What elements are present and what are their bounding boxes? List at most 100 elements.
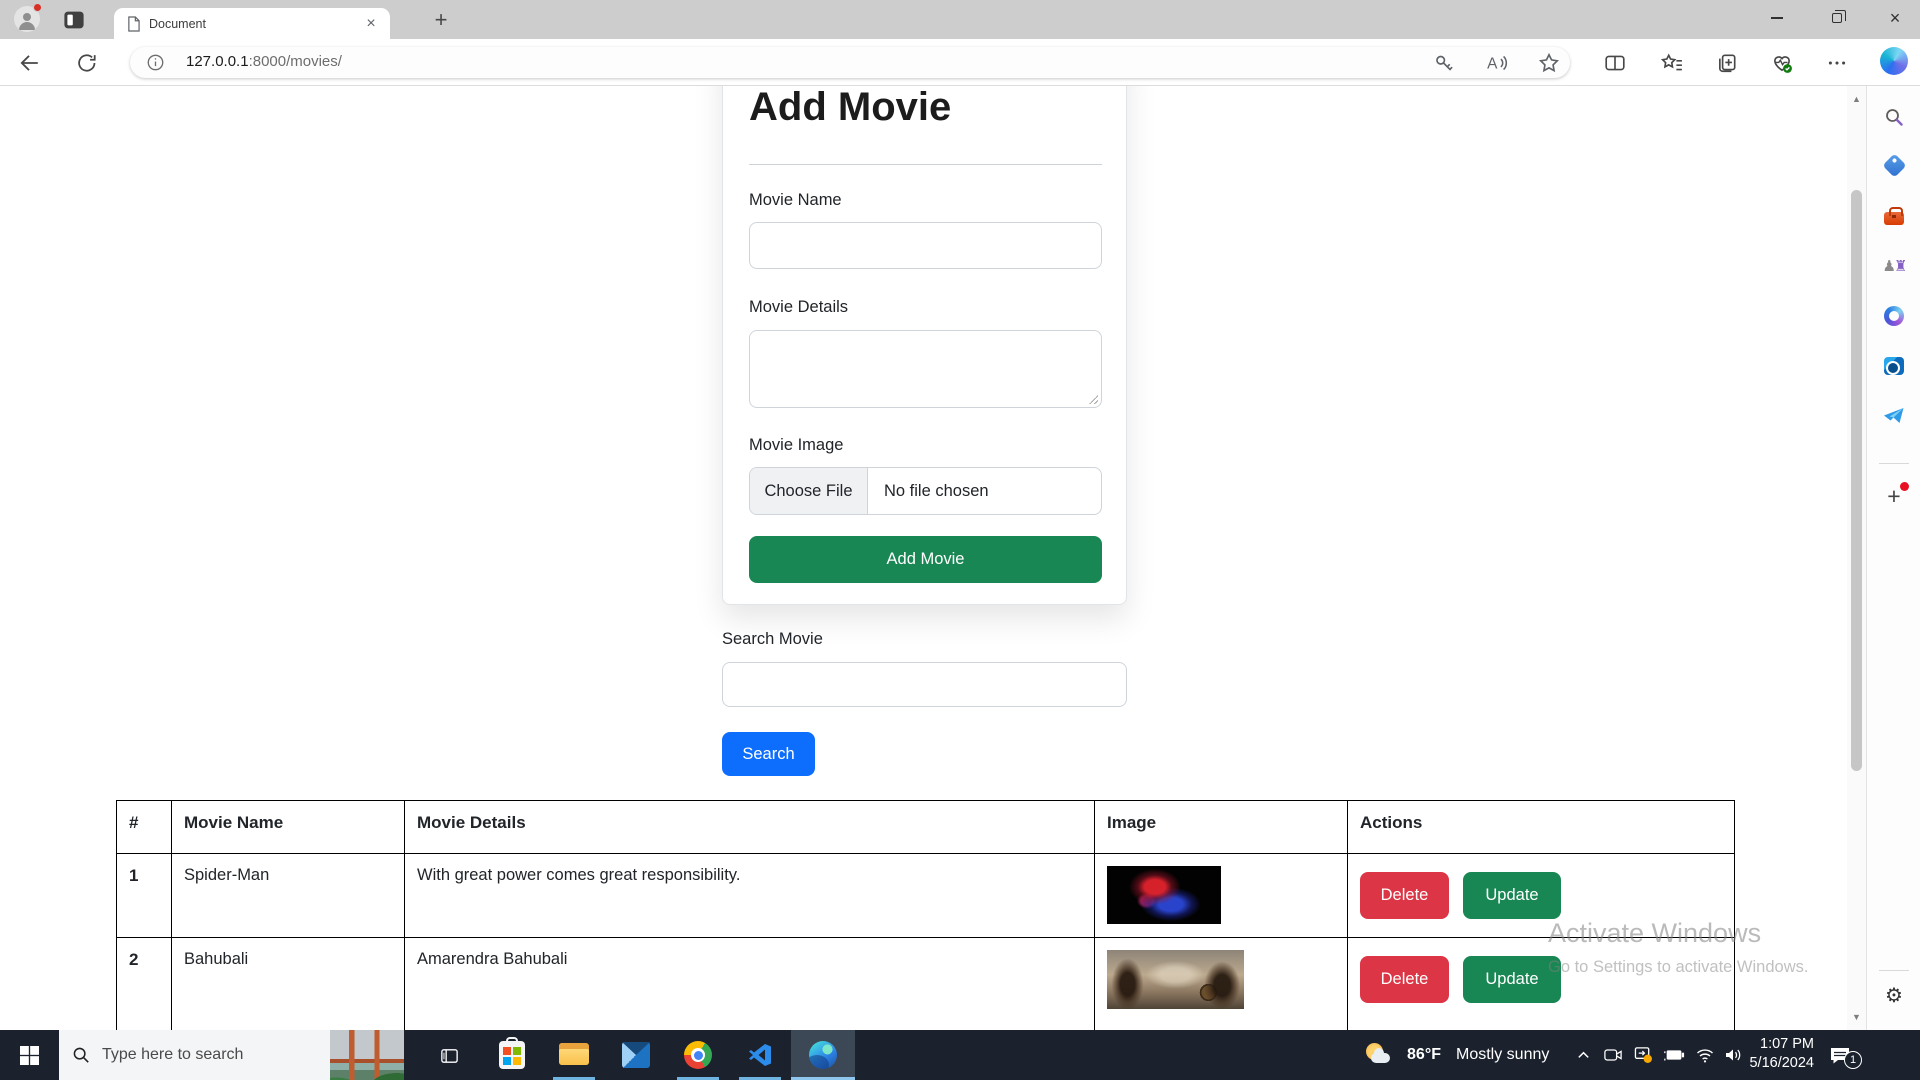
col-header-actions: Actions (1348, 801, 1735, 854)
browser-essentials-icon[interactable] (1771, 52, 1793, 74)
row-number: 1 (117, 854, 172, 938)
address-bar[interactable]: 127.0.0.1:8000/movies/ A (130, 47, 1570, 78)
file-explorer-icon (559, 1043, 589, 1067)
favorites-icon[interactable] (1661, 52, 1683, 74)
vertical-scrollbar[interactable]: ▲ ▼ (1847, 86, 1866, 1030)
split-screen-icon[interactable] (1604, 52, 1626, 74)
close-icon: × (1890, 9, 1901, 27)
copilot-icon[interactable] (1880, 47, 1908, 75)
settings-and-more-icon[interactable] (1826, 52, 1848, 74)
activate-windows-watermark: Activate Windows (1548, 918, 1761, 949)
window-close-button[interactable]: × (1872, 0, 1918, 36)
new-tab-button[interactable]: + (428, 7, 454, 33)
vscode-icon (747, 1042, 773, 1068)
tray-show-hidden-icons-button[interactable] (1568, 1030, 1598, 1080)
tray-wifi-icon[interactable] (1690, 1030, 1720, 1080)
collections-icon[interactable] (1716, 52, 1738, 74)
choose-file-button[interactable]: Choose File (750, 468, 868, 514)
chrome-icon (684, 1041, 712, 1069)
resize-grip-icon[interactable] (1088, 394, 1098, 404)
movie-name-input[interactable] (749, 222, 1102, 269)
clock-date: 5/16/2024 (1738, 1054, 1814, 1073)
add-movie-submit-button[interactable]: Add Movie (749, 536, 1102, 583)
start-button[interactable] (0, 1030, 59, 1080)
search-button[interactable]: Search (722, 732, 815, 776)
col-header-name: Movie Name (172, 801, 405, 854)
search-movie-label: Search Movie (722, 630, 823, 649)
screen: Document × + × 127.0.0.1:8000/movies/ A (0, 0, 1920, 1080)
tray-sync-status-button[interactable] (1628, 1030, 1658, 1080)
browser-tab[interactable]: Document × (114, 8, 390, 39)
taskbar-clock[interactable]: 1:07 PM 5/16/2024 (1738, 1035, 1814, 1073)
task-view-button[interactable] (419, 1030, 479, 1080)
window-minimize-button[interactable] (1754, 0, 1800, 36)
weather-icon[interactable] (1358, 1030, 1398, 1080)
delete-button[interactable]: Delete (1360, 872, 1449, 919)
activate-windows-hint: Go to Settings to activate Windows. (1548, 958, 1808, 977)
sidebar-shopping-icon[interactable] (1882, 153, 1906, 177)
window-restore-button[interactable] (1814, 0, 1860, 36)
movies-table: # Movie Name Movie Details Image Actions… (116, 800, 1735, 1030)
windows-taskbar: Type here to search (0, 1030, 1920, 1080)
scrollbar-thumb[interactable] (1851, 190, 1862, 771)
movie-name-cell: Spider-Man (172, 854, 405, 938)
taskbar-store-button[interactable] (481, 1030, 543, 1080)
tab-actions-menu-button[interactable] (62, 8, 86, 32)
sidebar-search-icon[interactable] (1882, 105, 1906, 129)
taskbar-mail-button[interactable] (605, 1030, 667, 1080)
edge-icon (809, 1041, 837, 1069)
add-movie-card: Add Movie Movie Name Movie Details Movie… (722, 86, 1127, 605)
sidebar-divider (1879, 970, 1909, 971)
sidebar-settings-icon[interactable]: ⚙ (1882, 983, 1906, 1007)
movie-details-label: Movie Details (749, 298, 848, 317)
profile-notification-dot (33, 3, 42, 12)
movie-details-cell: With great power comes great responsibil… (405, 854, 1095, 938)
video-call-icon (1604, 1047, 1622, 1063)
add-favorite-star-icon[interactable] (1538, 52, 1560, 74)
restore-icon (1832, 13, 1842, 23)
url-host: 127.0.0.1 (186, 53, 249, 70)
weather-temperature[interactable]: 86°F (1398, 1030, 1450, 1080)
read-aloud-icon[interactable]: A (1486, 52, 1508, 74)
update-button[interactable]: Update (1463, 956, 1561, 1003)
sidebar-drop-icon[interactable] (1882, 404, 1906, 428)
sidebar-games-icon[interactable]: ♟♜ (1882, 254, 1906, 278)
movie-poster-spiderman (1107, 866, 1221, 924)
delete-button[interactable]: Delete (1360, 956, 1449, 1003)
taskbar-edge-button[interactable] (791, 1030, 855, 1080)
update-button[interactable]: Update (1463, 872, 1561, 919)
sidebar-m365-icon[interactable] (1882, 304, 1906, 328)
wifi-icon (1696, 1048, 1714, 1063)
movie-name-cell: Bahubali (172, 938, 405, 1031)
weather-description[interactable]: Mostly sunny (1456, 1030, 1576, 1080)
scroll-down-icon[interactable]: ▼ (1847, 1012, 1866, 1022)
movie-image-label: Movie Image (749, 436, 843, 455)
search-icon (72, 1046, 90, 1064)
taskbar-search-box[interactable]: Type here to search (59, 1030, 404, 1080)
tab-close-button[interactable]: × (362, 16, 380, 32)
sidebar-divider (1879, 463, 1909, 464)
refresh-button[interactable] (76, 52, 98, 74)
tray-battery-icon[interactable] (1658, 1030, 1690, 1080)
browser-titlebar: Document × + × (0, 0, 1920, 39)
search-movie-input[interactable] (722, 662, 1127, 707)
minimize-icon (1771, 17, 1783, 19)
page-viewport: Add Movie Movie Name Movie Details Movie… (0, 86, 1847, 1030)
movie-image-file-input[interactable]: Choose File No file chosen (749, 467, 1102, 515)
back-button[interactable] (18, 52, 40, 74)
taskbar-chrome-button[interactable] (667, 1030, 729, 1080)
sidebar-outlook-icon[interactable] (1882, 354, 1906, 378)
site-info-icon[interactable] (146, 53, 165, 72)
sidebar-tools-icon[interactable] (1882, 203, 1906, 227)
scroll-up-icon[interactable]: ▲ (1847, 94, 1866, 104)
microsoft-store-icon (499, 1041, 525, 1069)
clock-time: 1:07 PM (1738, 1035, 1814, 1054)
tray-meet-now-button[interactable] (1598, 1030, 1628, 1080)
saved-password-icon[interactable] (1433, 52, 1455, 74)
url-text[interactable]: 127.0.0.1:8000/movies/ (186, 53, 342, 70)
taskbar-file-explorer-button[interactable] (543, 1030, 605, 1080)
search-box-picture (330, 1030, 404, 1080)
taskbar-vscode-button[interactable] (729, 1030, 791, 1080)
movie-details-textarea[interactable] (749, 330, 1102, 408)
browser-toolbar: 127.0.0.1:8000/movies/ A (0, 39, 1920, 86)
